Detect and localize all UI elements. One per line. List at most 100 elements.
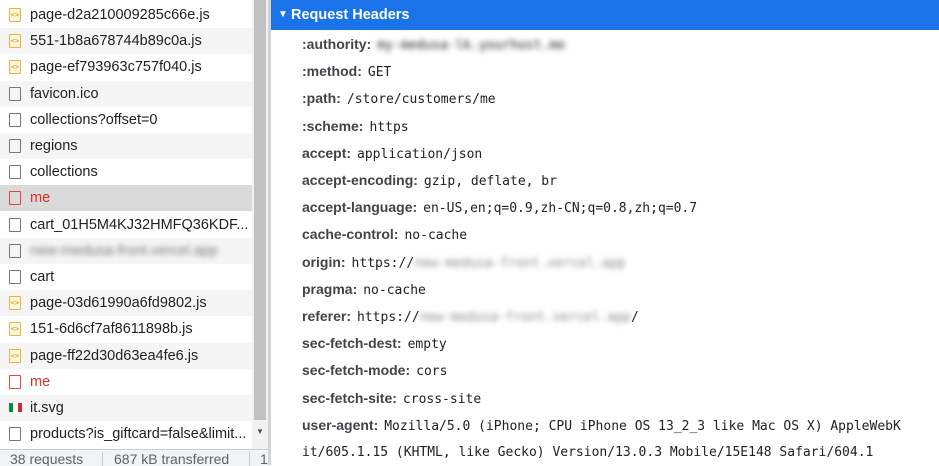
header-key: :scheme: <box>302 117 364 134</box>
request-row[interactable]: cart_01H5M4KJ32HMFQ36KDF... <box>0 212 252 238</box>
header-value: GET <box>367 65 392 81</box>
header-value: empty <box>407 337 447 353</box>
document-icon <box>9 139 21 153</box>
header-value: gzip, deflate, br <box>423 174 557 189</box>
header-row: user-agent: Mozilla/5.0 (iPhone; CPU iPho… <box>302 412 901 439</box>
js-file-icon <box>9 8 21 22</box>
document-icon <box>9 270 21 284</box>
request-name: collections <box>30 164 98 181</box>
header-value: https <box>369 119 409 135</box>
request-row[interactable]: 151-6d6cf7af8611898b.js <box>0 316 252 342</box>
request-row[interactable]: cart <box>0 264 252 290</box>
js-file-icon <box>9 60 21 75</box>
request-row[interactable]: regions <box>0 133 252 159</box>
document-icon <box>9 191 21 206</box>
header-value: /store/customers/me <box>346 92 496 108</box>
request-list-scrollbar[interactable]: ▼ <box>252 0 268 449</box>
request-name: products?is_giftcard=false&limit... <box>30 426 247 443</box>
header-row: pragma: no-cache <box>302 276 426 303</box>
header-row: accept-language: en-US,en;q=0.9,zh-CN;q=0… <box>302 194 697 221</box>
status-more: 1 <box>260 451 268 466</box>
header-key: :authority: <box>302 36 372 52</box>
request-row[interactable]: products?is_giftcard=false&limit... <box>0 421 252 447</box>
header-key: cache-control: <box>302 226 399 243</box>
header-key: sec-fetch-site: <box>302 389 397 406</box>
header-value: my-medusa-lk.yourhost.me <box>377 38 566 53</box>
request-row[interactable]: page-d2a210009285c66e.js <box>0 2 252 28</box>
request-name: page-ef793963c757f040.js <box>30 59 202 76</box>
request-row[interactable]: collections?offset=0 <box>0 107 252 133</box>
italy-flag-icon <box>9 403 22 412</box>
request-name: regions <box>30 138 78 154</box>
redacted-host: new-medusa-front.vercel.app <box>419 310 631 325</box>
request-count: 38 requests <box>10 451 84 466</box>
triangle-down-icon: ▼ <box>278 9 288 20</box>
request-name: new-medusa-front.vercel.app <box>30 242 218 259</box>
scroll-down-arrow-icon[interactable]: ▼ <box>252 425 268 439</box>
document-icon <box>9 112 21 127</box>
status-separator <box>249 452 250 466</box>
header-row: cache-control: no-cache <box>302 221 467 248</box>
request-name: 151-6d6cf7af8611898b.js <box>30 321 193 338</box>
request-name: collections?offset=0 <box>30 111 158 128</box>
request-row[interactable]: page-03d61990a6fd9802.js <box>0 290 252 317</box>
header-value-suffix: / <box>630 310 639 325</box>
document-icon <box>9 217 21 232</box>
header-key: sec-fetch-mode: <box>302 362 411 379</box>
request-row[interactable]: 551-1b8a678744b89c0a.js <box>0 28 252 55</box>
request-row[interactable]: collections <box>0 159 252 185</box>
headers-panel: ▼ Request Headers :authority: my-medusa-l… <box>271 0 939 465</box>
header-key: pragma: <box>302 280 358 297</box>
header-value: cross-site <box>402 391 482 407</box>
request-name: cart <box>30 269 55 285</box>
header-value: no-cache <box>404 228 468 244</box>
header-value: en-US,en;q=0.9,zh-CN;q=0.8,zh;q=0.7 <box>423 201 698 217</box>
request-name: cart_01H5M4KJ32HMFQ36KDF... <box>30 216 249 233</box>
request-name: favicon.ico <box>30 85 99 102</box>
request-row[interactable]: page-ff22d30d63ea4fe6.js <box>0 342 252 369</box>
request-row[interactable]: me <box>0 369 252 395</box>
request-headers-section-toggle[interactable]: ▼ Request Headers <box>271 0 939 30</box>
request-name: 551-1b8a678744b89c0a.js <box>30 33 202 50</box>
header-row: referer: https://new-medusa-front.vercel.… <box>302 303 639 330</box>
document-icon <box>9 374 21 389</box>
header-value: no-cache <box>363 282 426 298</box>
status-bar: 38 requests 687 kB transferred 1 <box>0 449 268 466</box>
document-icon <box>9 243 21 258</box>
header-key: referer: <box>302 308 352 324</box>
request-row[interactable]: new-medusa-front.vercel.app <box>0 237 252 264</box>
request-name: it.svg <box>30 400 64 416</box>
request-row[interactable]: me <box>0 185 252 212</box>
header-value: application/json <box>357 146 483 162</box>
header-key: accept-encoding: <box>302 172 418 188</box>
request-row[interactable]: favicon.ico <box>0 80 252 107</box>
js-file-icon <box>9 322 21 337</box>
header-key: user-agent: <box>302 416 379 433</box>
header-row: accept: application/json <box>302 140 482 167</box>
js-file-icon <box>9 296 21 311</box>
status-separator <box>102 452 103 466</box>
request-name: page-03d61990a6fd9802.js <box>30 295 207 312</box>
request-name: me <box>30 373 51 390</box>
header-row: :path: /store/customers/me <box>302 85 496 112</box>
request-row[interactable]: page-ef793963c757f040.js <box>0 54 252 80</box>
header-key: origin: <box>302 253 346 270</box>
document-icon <box>9 165 21 180</box>
js-file-icon <box>9 34 21 49</box>
header-value: https:// <box>357 310 420 325</box>
header-row: :authority: my-medusa-lk.yourhost.me <box>302 31 565 58</box>
document-icon <box>9 427 21 442</box>
header-key: accept: <box>302 144 352 161</box>
request-row[interactable]: it.svg <box>0 395 252 421</box>
header-value: https:// <box>351 255 415 271</box>
header-row: sec-fetch-dest: empty <box>302 330 447 357</box>
user-agent-continuation: it/605.1.15 (KHTML, like Gecko) Version/… <box>302 445 874 460</box>
header-value: cors <box>416 364 448 380</box>
request-name: page-d2a210009285c66e.js <box>30 7 210 23</box>
header-row: sec-fetch-site: cross-site <box>302 385 481 412</box>
js-file-icon <box>9 348 21 363</box>
scrollbar-thumb[interactable] <box>254 0 266 420</box>
header-row: :method: GET <box>302 58 391 85</box>
request-name: page-ff22d30d63ea4fe6.js <box>30 347 199 364</box>
header-key: :path: <box>302 90 341 107</box>
